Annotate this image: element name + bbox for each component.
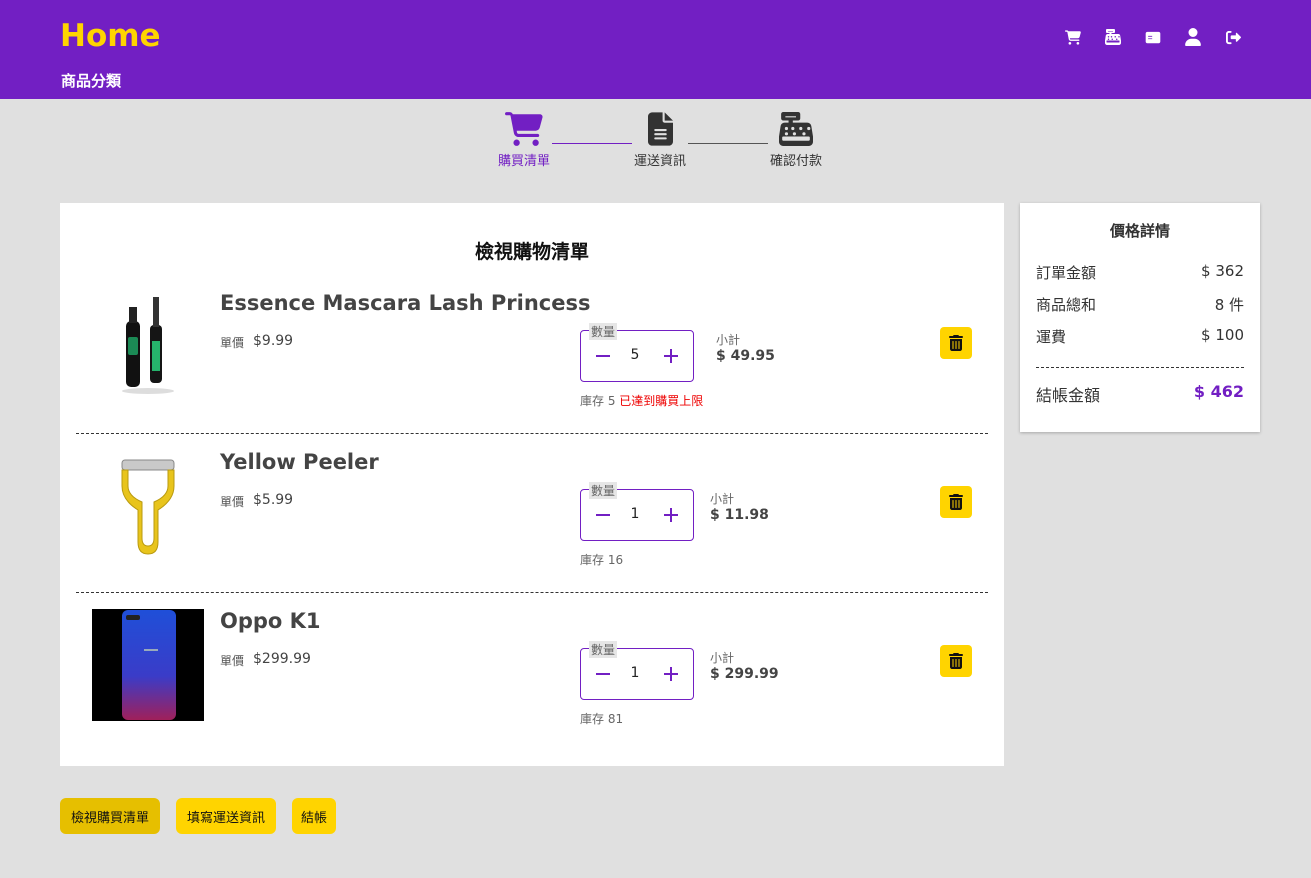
price-row-order-amount: 訂單金額 $ 362 — [1036, 262, 1244, 283]
step-label: 運送資訊 — [633, 154, 686, 169]
quantity-value[interactable]: 5 — [621, 347, 649, 363]
trash-icon — [949, 494, 963, 510]
total-label: 結帳金額 — [1036, 386, 1101, 405]
price-row-item-count: 商品總和 8 件 — [1036, 294, 1244, 315]
cart-icon — [505, 112, 543, 146]
quantity-stepper: 數量 1 — [580, 641, 694, 700]
divider — [1036, 367, 1244, 368]
stock-count: 庫存 16 — [580, 553, 624, 567]
step-label: 購買清單 — [497, 154, 550, 169]
minus-icon[interactable] — [593, 505, 613, 525]
minus-icon[interactable] — [593, 346, 613, 366]
cart-title: 檢視購物清單 — [474, 241, 589, 263]
delete-item-button[interactable] — [940, 327, 972, 359]
subtotal-value: $ 299.99 — [710, 666, 779, 682]
id-card-icon[interactable] — [1133, 26, 1173, 48]
unit-price-label: 單價 — [220, 495, 245, 509]
total-value: $ 462 — [1193, 382, 1244, 401]
stock-info: 庫存 81 — [580, 710, 623, 727]
price-row-value: $ 362 — [1201, 262, 1244, 280]
step-payment[interactable]: 確認付款 — [766, 112, 826, 169]
product-image[interactable] — [92, 291, 204, 403]
subtotal-label: 小計 — [710, 651, 735, 665]
product-image[interactable] — [92, 609, 204, 721]
file-icon — [647, 112, 673, 146]
unit-price-label: 單價 — [220, 336, 245, 350]
plus-icon[interactable] — [661, 346, 681, 366]
plus-icon[interactable] — [661, 664, 681, 684]
cart-item: Essence Mascara Lash Princess 單價 $9.99 數… — [76, 275, 988, 434]
unit-price: $5.99 — [253, 492, 294, 508]
quantity-stepper: 數量 1 — [580, 482, 694, 541]
quantity-label: 數量 — [589, 323, 618, 340]
cart-item: Yellow Peeler 單價 $5.99 數量 1 庫存 16 小計 $ 1… — [76, 434, 988, 593]
quantity-value[interactable]: 1 — [621, 665, 649, 681]
unit-price: $9.99 — [253, 333, 294, 349]
price-details-panel: 價格詳情 訂單金額 $ 362 商品總和 8 件 運費 $ 100 結帳金額 $… — [1020, 203, 1260, 432]
checkout-button[interactable]: 結帳 — [292, 798, 336, 834]
home-link[interactable]: Home — [60, 18, 161, 54]
view-cart-button[interactable]: 檢視購買清單 — [60, 798, 160, 834]
step-cart[interactable]: 購買清單 — [494, 112, 554, 169]
checkout-stepper: 購買清單 運送資訊 確認付款 — [496, 112, 826, 172]
cart-panel: 檢視購物清單 Essence Mascara Lash Princess 單價 … — [60, 203, 1004, 766]
shipping-info-button[interactable]: 填寫運送資訊 — [176, 798, 276, 834]
price-row-label: 訂單金額 — [1036, 264, 1097, 282]
cart-item: Oppo K1 單價 $299.99 數量 1 庫存 81 小計 $ 299.9… — [76, 593, 988, 752]
delete-item-button[interactable] — [940, 645, 972, 677]
price-row-shipping: 運費 $ 100 — [1036, 326, 1244, 347]
subtotal-value: $ 11.98 — [710, 507, 769, 523]
delete-item-button[interactable] — [940, 486, 972, 518]
category-menu[interactable]: 商品分類 — [61, 70, 121, 91]
stock-count: 庫存 5 — [580, 394, 616, 408]
quantity-label: 數量 — [589, 641, 618, 658]
price-row-label: 運費 — [1036, 328, 1067, 346]
price-details-title: 價格詳情 — [1109, 222, 1170, 240]
step-shipping[interactable]: 運送資訊 — [630, 112, 690, 169]
sign-out-icon[interactable] — [1213, 26, 1253, 48]
stock-info: 庫存 5 已達到購買上限 — [580, 392, 703, 409]
plus-icon[interactable] — [661, 505, 681, 525]
top-navbar: Home 商品分類 — [0, 0, 1311, 99]
step-connector — [552, 143, 632, 144]
stock-info: 庫存 16 — [580, 551, 623, 568]
cart-icon[interactable] — [1053, 26, 1093, 48]
price-row-value: $ 100 — [1201, 326, 1244, 344]
price-row-value: 8 件 — [1214, 296, 1244, 314]
user-icon[interactable] — [1173, 26, 1213, 48]
quantity-label: 數量 — [589, 482, 618, 499]
step-label: 確認付款 — [769, 154, 822, 169]
quantity-stepper: 數量 5 — [580, 323, 694, 382]
trash-icon — [949, 335, 963, 351]
unit-price: $299.99 — [253, 651, 311, 667]
subtotal-label: 小計 — [716, 333, 741, 347]
step-connector — [688, 143, 768, 144]
subtotal-label: 小計 — [710, 492, 735, 506]
header-icon-bar — [1053, 26, 1253, 48]
cash-register-icon — [779, 112, 813, 146]
stock-count: 庫存 81 — [580, 712, 624, 726]
product-image[interactable] — [92, 450, 204, 562]
price-row-label: 商品總和 — [1036, 296, 1097, 314]
minus-icon[interactable] — [593, 664, 613, 684]
product-name[interactable]: Essence Mascara Lash Princess — [220, 291, 590, 315]
trash-icon — [949, 653, 963, 669]
product-name[interactable]: Oppo K1 — [220, 609, 321, 633]
product-name[interactable]: Yellow Peeler — [220, 450, 379, 474]
stock-limit-warning: 已達到購買上限 — [619, 394, 704, 408]
quantity-value[interactable]: 1 — [621, 506, 649, 522]
subtotal-value: $ 49.95 — [716, 348, 775, 364]
unit-price-label: 單價 — [220, 654, 245, 668]
cash-register-icon[interactable] — [1093, 26, 1133, 48]
